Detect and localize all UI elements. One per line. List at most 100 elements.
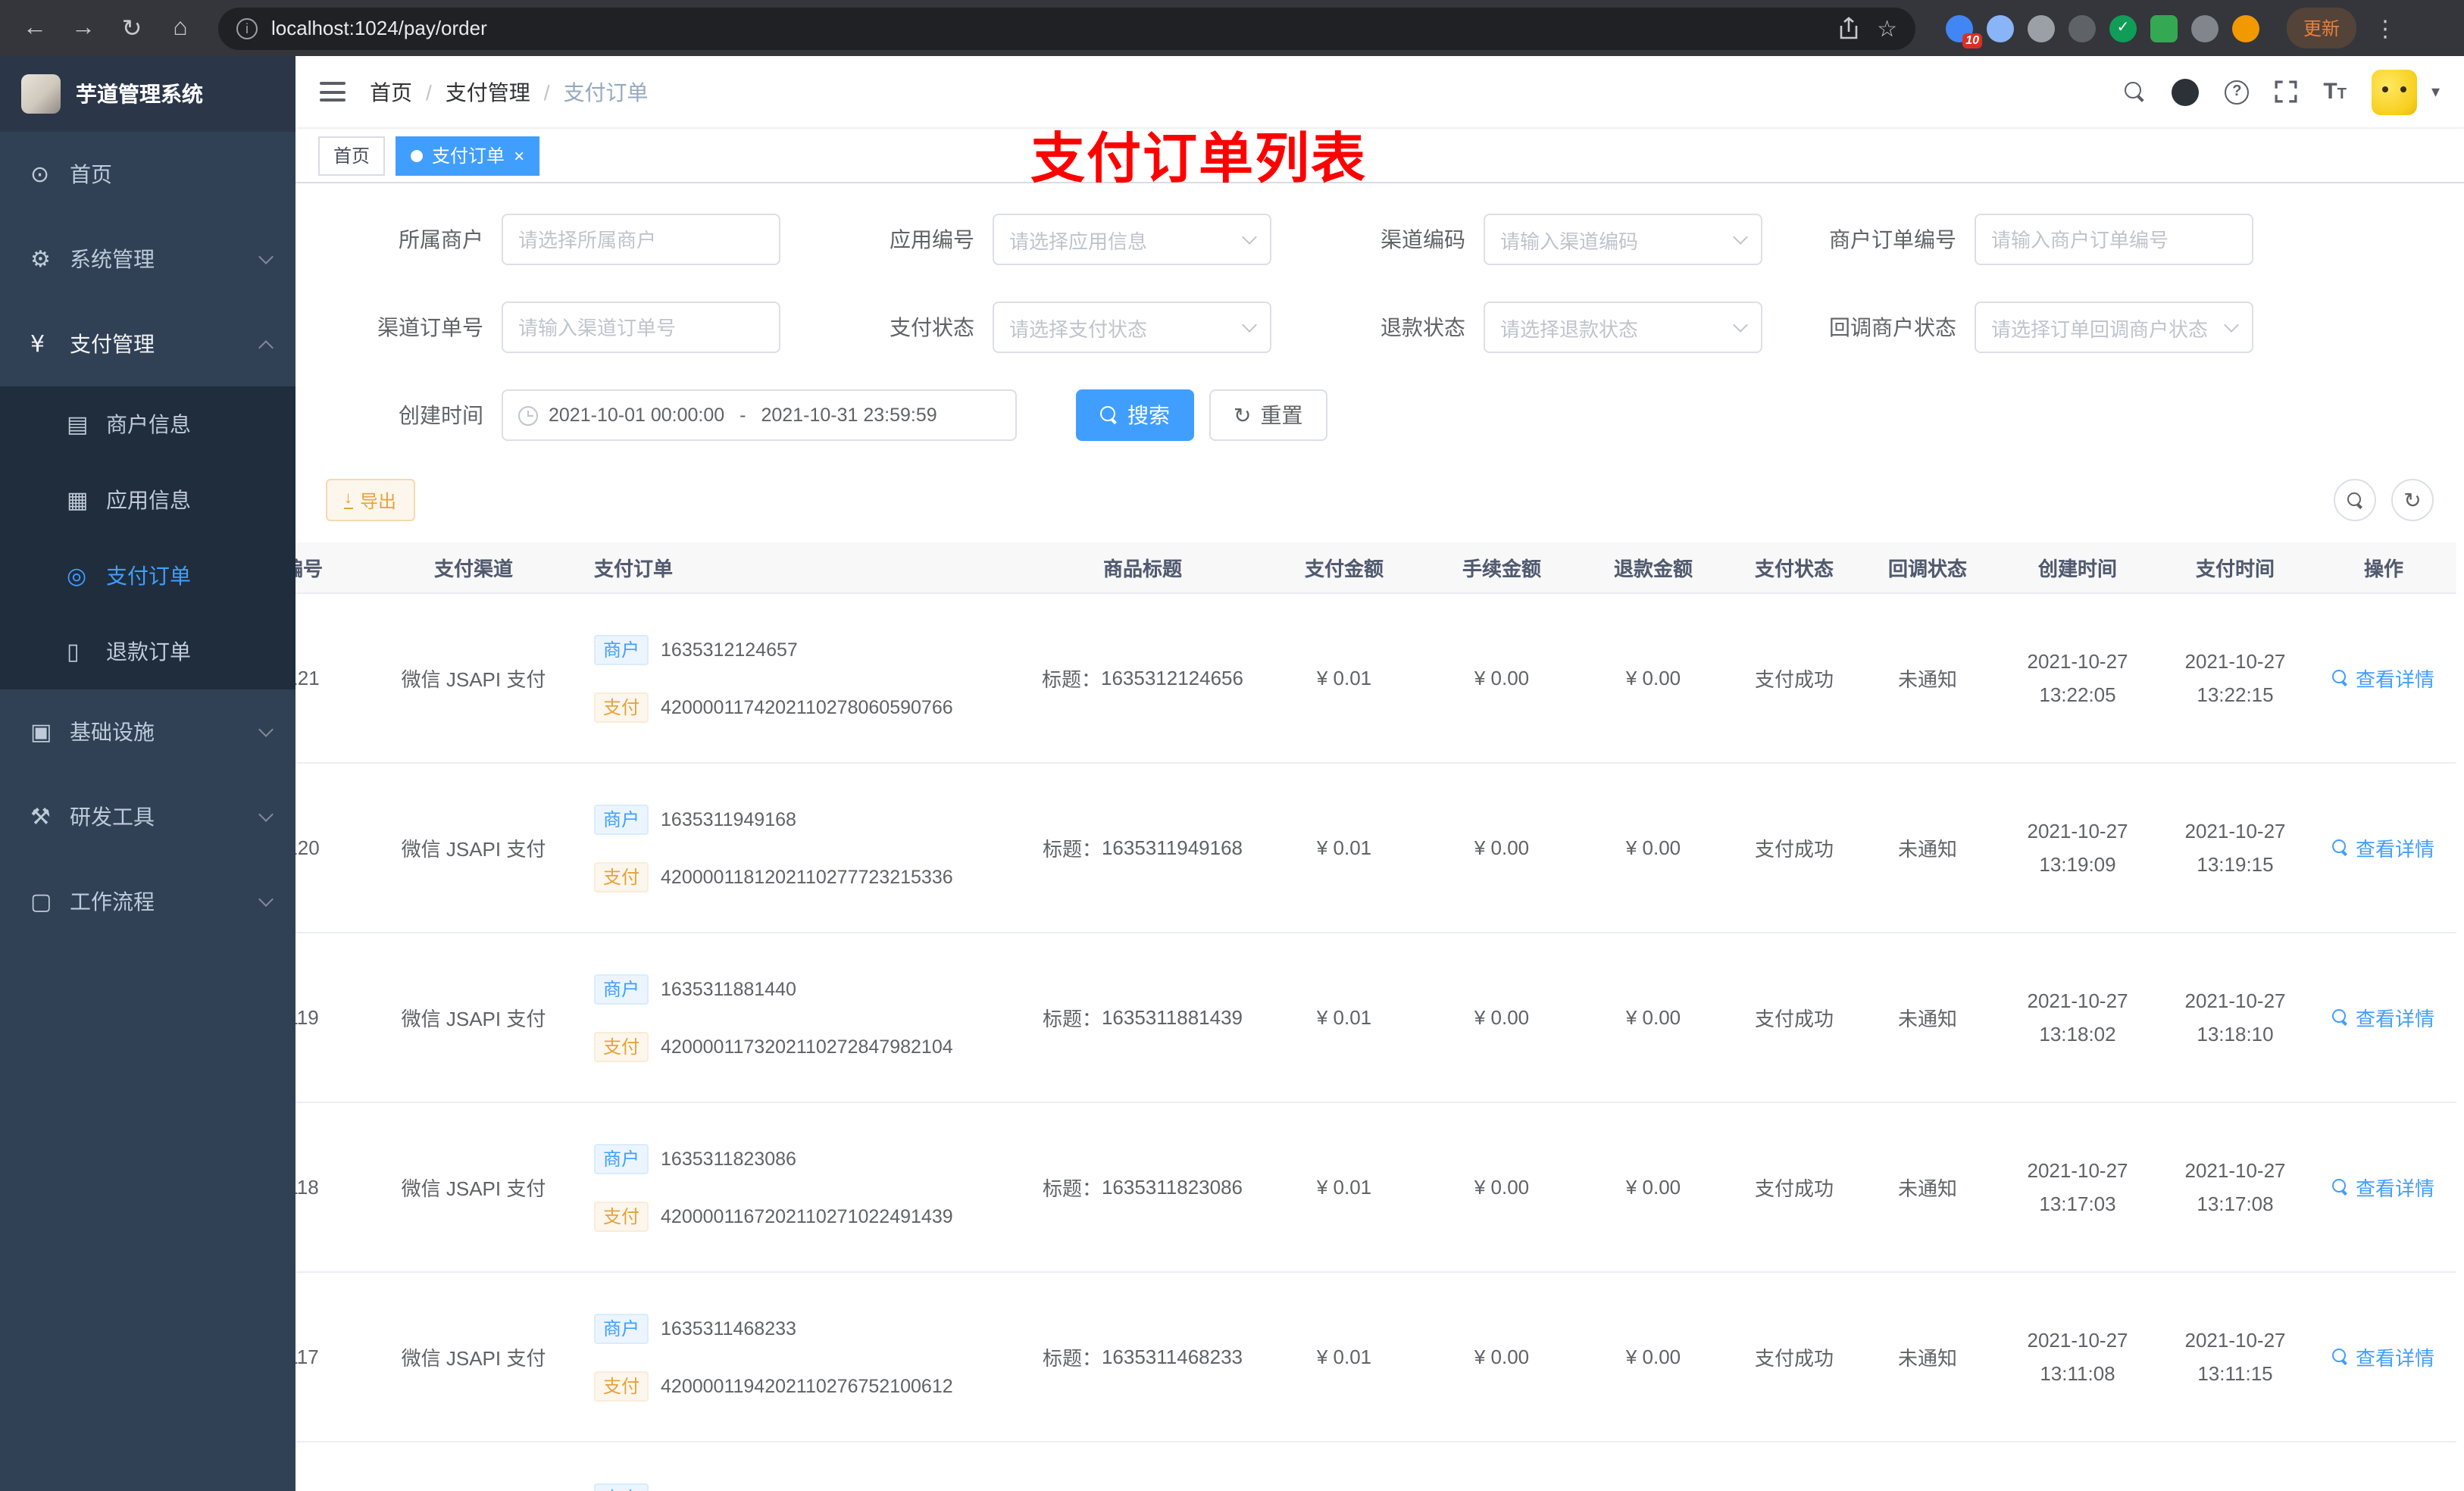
home-icon[interactable]: ⌂ (161, 8, 200, 48)
profile-avatar-icon[interactable] (2232, 14, 2259, 42)
cell-pay-order: 商户 1635311157936 支付 (576, 1443, 1023, 1491)
cell-pay-order: 商户 1635311949168 支付 42000011812021102777… (576, 764, 1023, 932)
extension-icon[interactable]: ✓ (2109, 14, 2137, 42)
browser-menu-icon[interactable]: ⋮ (2372, 14, 2399, 42)
filter-row-2: 渠道订单号 支付状态 请选择支付状态 退款状态 (295, 302, 2464, 353)
cell-fee: ¥ 0.00 (1474, 1176, 1530, 1199)
date-range-picker[interactable]: 2021-10-01 00:00:00 - 2021-10-31 23:59:5… (502, 389, 1017, 441)
channel-order-no-field[interactable] (518, 316, 764, 339)
cell-status: 支付成功 (1754, 1008, 1834, 1030)
toggle-search-button[interactable] (2334, 479, 2376, 521)
sidebar-item-payment[interactable]: ¥ 支付管理 (0, 302, 295, 386)
title-prefix: 标题： (1042, 1347, 1102, 1370)
orders-table: 编号 支付渠道 支付订单 商品标题 支付金额 手续金额 退款金额 支付状态 回调… (295, 542, 2464, 1491)
sidebar-item-merchant-info[interactable]: ▤ 商户信息 (0, 386, 295, 462)
notify-status-select[interactable]: 请选择订单回调商户状态 (1975, 302, 2253, 353)
view-detail-link[interactable]: 查看详情 (2332, 664, 2434, 692)
search-icon (1100, 406, 1118, 424)
filter-row-1: 所属商户 应用编号 请选择应用信息 渠道编码 (295, 214, 2464, 265)
cell-refund: ¥ 0.00 (1625, 1006, 1681, 1029)
reset-button[interactable]: ↻ 重置 (1209, 389, 1327, 441)
tab-home[interactable]: 首页 (318, 136, 386, 175)
bookmark-star-icon[interactable]: ☆ (1877, 14, 1897, 42)
grid-icon: ▦ (67, 486, 89, 514)
url-bar[interactable]: i localhost:1024/pay/order ☆ (218, 7, 1915, 49)
cell-id (295, 1443, 371, 1491)
channel-order-no-input[interactable] (502, 302, 780, 353)
browser-chrome: ← → ↻ ⌂ i localhost:1024/pay/order ☆ 10 … (0, 0, 2464, 56)
date-end[interactable]: 2021-10-31 23:59:59 (761, 405, 937, 426)
view-detail-link[interactable]: 查看详情 (2332, 1173, 2434, 1202)
browser-update-button[interactable]: 更新 (2287, 8, 2357, 48)
cell-action: 查看详情 (2311, 933, 2456, 1102)
sidebar-item-refund-order[interactable]: ▯ 退款订单 (0, 614, 295, 689)
date-start[interactable]: 2021-10-01 00:00:00 (549, 405, 724, 426)
view-detail-link[interactable]: 查看详情 (2332, 1003, 2434, 1032)
extension-icon[interactable] (2028, 14, 2055, 42)
refund-status-select[interactable]: 请选择退款状态 (1484, 302, 1762, 353)
extension-icon[interactable]: 10 (1946, 14, 1982, 48)
field-channel-code: 渠道编码 请输入渠道编码 (1308, 214, 1762, 265)
cell-id: 119 (295, 1006, 319, 1029)
github-icon[interactable] (2172, 78, 2200, 105)
merchant-order-line: 商户 1635311468233 (594, 1310, 796, 1346)
export-button[interactable]: ↓ 导出 (326, 479, 415, 521)
breadcrumb-home[interactable]: 首页 (370, 77, 412, 107)
view-detail-link[interactable]: 查看详情 (2332, 1343, 2434, 1371)
sidebar-item-pay-order[interactable]: ◎ 支付订单 (0, 538, 295, 614)
app-id-select[interactable]: 请选择应用信息 (993, 214, 1271, 265)
extension-icon[interactable] (1987, 14, 2014, 42)
search-icon (2332, 1179, 2350, 1196)
breadcrumb-pay-manage[interactable]: 支付管理 (446, 77, 530, 107)
app-logo: 芋道管理系统 (0, 56, 295, 132)
extension-icon[interactable] (2150, 14, 2178, 42)
cell-action: 查看详情 (2311, 594, 2456, 762)
cell-refund: ¥ 0.00 (1625, 1176, 1681, 1199)
tab-pay-order[interactable]: 支付订单 × (396, 136, 540, 175)
cell-created: 2021-10-27 13:22:05 (2027, 649, 2128, 705)
sidebar-item-app-info[interactable]: ▦ 应用信息 (0, 462, 295, 538)
cell-status: 支付成功 (1754, 1177, 1834, 1200)
pay-status-select[interactable]: 请选择支付状态 (993, 302, 1271, 353)
extension-icon[interactable] (2068, 14, 2096, 42)
cell-id: 121 (295, 667, 320, 689)
caret-down-icon[interactable]: ▾ (2431, 82, 2440, 102)
breadcrumb-current: 支付订单 (563, 80, 649, 104)
font-size-icon[interactable]: TT (2323, 80, 2347, 103)
sidebar-item-dev-tools[interactable]: ⚒ 研发工具 (0, 774, 295, 859)
fullscreen-icon[interactable] (2275, 80, 2297, 103)
view-detail-link[interactable]: 查看详情 (2332, 833, 2434, 862)
app-title: 芋道管理系统 (76, 82, 203, 106)
reload-icon[interactable]: ↻ (112, 8, 152, 48)
sidebar-item-home[interactable]: ⊙ 首页 (0, 132, 295, 217)
hamburger-menu-icon[interactable] (320, 82, 346, 102)
close-tab-icon[interactable]: × (514, 146, 524, 164)
app-window: ← → ↻ ⌂ i localhost:1024/pay/order ☆ 10 … (0, 0, 2464, 1491)
cell-pay-order: 商户 1635312124657 支付 42000011742021102780… (576, 594, 1023, 762)
merchant-input-field[interactable] (518, 228, 764, 251)
search-icon[interactable] (2125, 81, 2146, 102)
cell-channel: 微信 JSAPI 支付 (401, 1177, 546, 1200)
merchant-order-no-field[interactable] (1991, 228, 2237, 251)
sidebar-item-workflow[interactable]: ▢ 工作流程 (0, 859, 295, 944)
share-icon[interactable] (1837, 16, 1859, 40)
cell-channel: 微信 JSAPI 支付 (401, 668, 546, 691)
sidebar-item-system[interactable]: ⚙ 系统管理 (0, 217, 295, 302)
help-icon[interactable]: ? (2225, 80, 2250, 104)
cell-paid: 2021-10-27 13:22:15 (2184, 649, 2286, 705)
merchant-order-no-input[interactable] (1975, 214, 2253, 265)
forward-icon[interactable]: → (64, 8, 103, 48)
filter-row-3: 创建时间 2021-10-01 00:00:00 - 2021-10-31 23… (295, 389, 2464, 441)
channel-code-select[interactable]: 请输入渠道编码 (1484, 214, 1762, 265)
cell-paid: 2021-10-27 13:19:15 (2184, 819, 2286, 875)
info-icon[interactable]: i (236, 17, 258, 39)
chevron-down-icon (2224, 317, 2239, 333)
user-avatar[interactable] (2372, 69, 2418, 114)
search-button[interactable]: 搜索 (1076, 389, 1194, 441)
sidebar-item-infra[interactable]: ▣ 基础设施 (0, 689, 295, 774)
refresh-table-button[interactable]: ↻ (2391, 479, 2434, 521)
pin-extension-icon[interactable] (2191, 14, 2219, 42)
field-channel-order-no: 渠道订单号 (326, 302, 780, 353)
merchant-input[interactable] (502, 214, 780, 265)
back-icon[interactable]: ← (15, 8, 55, 48)
